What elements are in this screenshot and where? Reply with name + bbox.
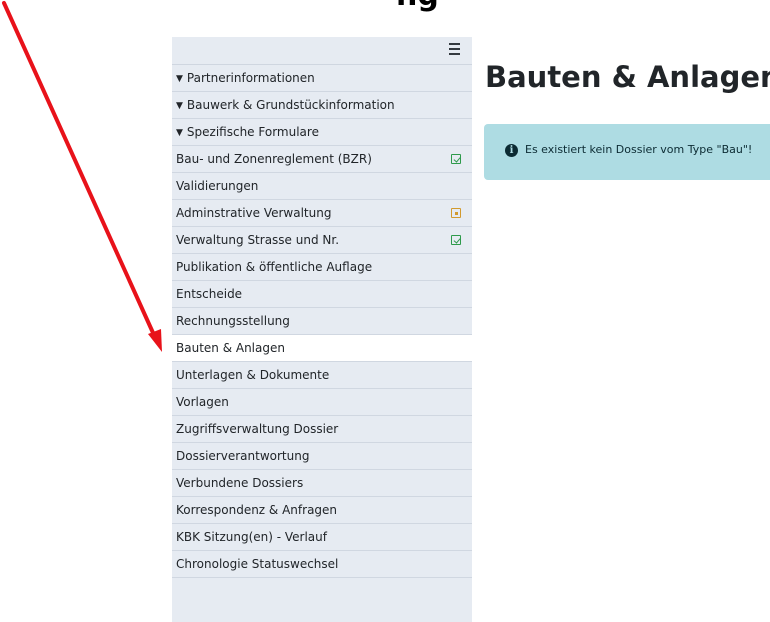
annotation-arrow-icon [2,1,162,352]
